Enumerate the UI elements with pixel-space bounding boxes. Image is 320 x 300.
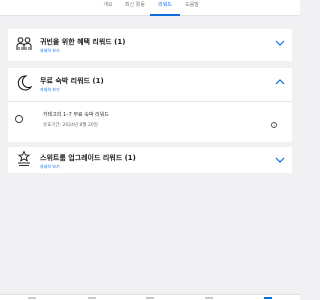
moon-icon xyxy=(17,75,33,91)
bottom-nav-item[interactable] xyxy=(28,297,36,299)
top-tab-bar: 개요 최신 활동 리워드 도움말 xyxy=(0,0,300,16)
reward-card-suite-upgrade[interactable]: 스위트룸 업그레이드 리워드 (1) 자세히 보기 xyxy=(8,147,292,173)
card-header[interactable]: 귀빈을 위한 혜택 리워드 (1) 자세히 보기 xyxy=(8,29,292,61)
details-link[interactable]: 자세히 보기 xyxy=(40,87,60,93)
reward-item[interactable]: 카테고리 1–7 무료 숙박 리워드 유효기간: 2024년 8월 20일 i xyxy=(8,102,292,142)
bottom-nav-item-active[interactable] xyxy=(264,297,272,299)
chevron-up-icon[interactable] xyxy=(275,79,285,85)
info-icon[interactable]: i xyxy=(271,122,277,128)
reward-expiry-date: 유효기간: 2024년 8월 20일 xyxy=(43,123,98,128)
bottom-nav-bar xyxy=(0,294,300,300)
bottom-nav-item[interactable] xyxy=(205,297,213,299)
star-stack-icon xyxy=(17,150,31,166)
tab-help[interactable]: 도움말 xyxy=(177,2,207,16)
bottom-nav-item[interactable] xyxy=(146,297,154,299)
card-title: 귀빈을 위한 혜택 리워드 (1) xyxy=(40,38,126,46)
details-link[interactable]: 자세히 보기 xyxy=(40,48,60,54)
active-tab-indicator xyxy=(150,14,180,16)
chevron-down-icon[interactable] xyxy=(275,40,285,46)
card-header[interactable]: 스위트룸 업그레이드 리워드 (1) 자세히 보기 xyxy=(8,147,292,179)
card-title: 무료 숙박 리워드 (1) xyxy=(40,77,104,85)
bottom-nav-item[interactable] xyxy=(88,297,96,299)
details-link[interactable]: 자세히 보기 xyxy=(40,164,60,170)
people-icon xyxy=(16,37,32,50)
card-title: 스위트룸 업그레이드 리워드 (1) xyxy=(40,154,136,162)
tab-overview[interactable]: 개요 xyxy=(93,2,123,16)
reward-card-free-night[interactable]: 무료 숙박 리워드 (1) 자세히 보기 카테고리 1–7 무료 숙박 리워드 … xyxy=(8,68,292,142)
reward-radio[interactable] xyxy=(15,115,23,123)
chevron-down-icon[interactable] xyxy=(275,157,285,163)
reward-card-vip-benefits[interactable]: 귀빈을 위한 혜택 리워드 (1) 자세히 보기 xyxy=(8,29,292,61)
reward-item-title: 카테고리 1–7 무료 숙박 리워드 xyxy=(43,112,109,118)
tab-recent-activity[interactable]: 최신 활동 xyxy=(120,2,150,16)
card-header[interactable]: 무료 숙박 리워드 (1) 자세히 보기 xyxy=(8,68,292,100)
